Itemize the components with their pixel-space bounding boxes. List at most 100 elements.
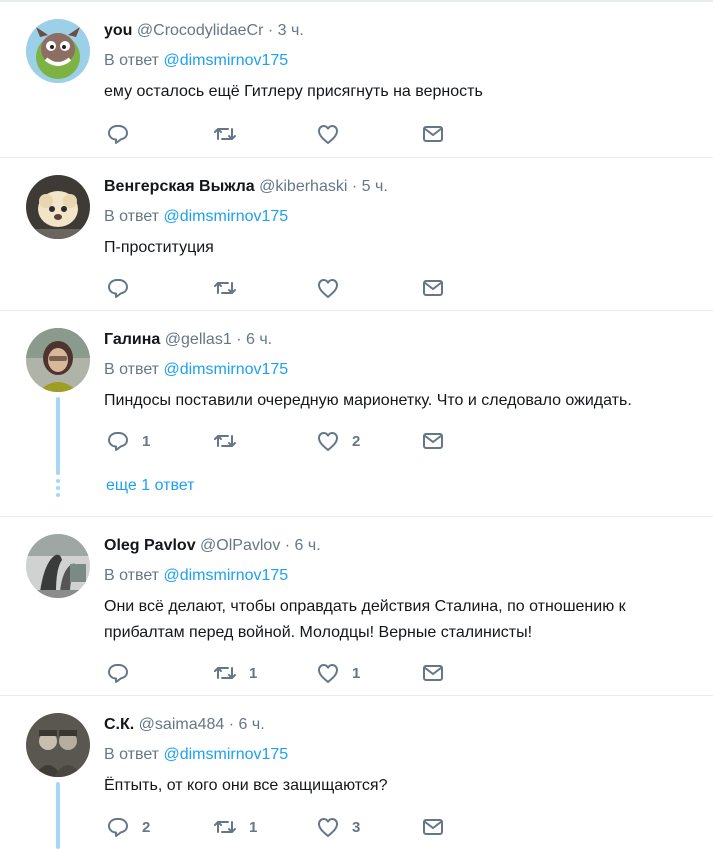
direct-message-button[interactable] [421, 661, 445, 685]
like-button[interactable]: 2 [316, 429, 360, 453]
direct-message-button[interactable] [421, 276, 445, 300]
envelope-icon [423, 126, 443, 142]
heart-icon [318, 279, 338, 298]
direct-message-button[interactable] [421, 122, 445, 146]
author-handle[interactable]: @OlPavlov [200, 537, 280, 554]
reply-context: В ответ @dimsmirnov175 [104, 359, 713, 381]
retweet-button[interactable]: 1 [213, 661, 257, 685]
reply-icon [108, 664, 128, 683]
author-handle[interactable]: @gellas1 [165, 331, 232, 348]
reply-prefix: В ответ [104, 746, 160, 763]
heart-icon [318, 125, 338, 144]
separator-dot: · [267, 22, 274, 39]
thread-line [56, 782, 60, 849]
reply-count: 1 [142, 432, 151, 450]
like-count: 1 [352, 664, 361, 682]
separator-dot: · [228, 716, 235, 733]
reply-button[interactable]: 2 [106, 815, 150, 839]
avatar[interactable] [26, 713, 90, 777]
author-name[interactable]: Галина [104, 331, 160, 348]
plush-toy-icon [26, 175, 90, 239]
separator-dot: · [351, 178, 358, 195]
like-button[interactable] [316, 122, 352, 146]
reply-button[interactable]: 1 [106, 429, 150, 453]
tweet-text: ему осталось ещё Гитлеру присягнуть на в… [104, 83, 483, 100]
timestamp[interactable]: 6 ч. [295, 537, 321, 554]
author-handle[interactable]: @CrocodylidaeCr [137, 22, 264, 39]
like-count: 2 [352, 432, 361, 450]
reply-prefix: В ответ [104, 208, 160, 225]
heart-icon [318, 818, 338, 837]
retweet-icon [214, 435, 236, 447]
tweet-item[interactable]: Венгерская Выжла @kiberhaski · 5 ч. В от… [0, 158, 713, 311]
reply-target-link[interactable]: @dimsmirnov175 [163, 361, 288, 378]
retweet-icon [214, 667, 236, 679]
envelope-icon [423, 433, 443, 449]
timestamp[interactable]: 3 ч. [278, 22, 304, 39]
author-name[interactable]: you [104, 22, 132, 39]
retweet-button[interactable] [213, 276, 249, 300]
reply-context: В ответ @dimsmirnov175 [104, 744, 713, 766]
separator-dot: · [284, 537, 291, 554]
reply-prefix: В ответ [104, 52, 160, 69]
sculpture-icon [26, 534, 90, 598]
timestamp[interactable]: 6 ч. [239, 716, 265, 733]
reply-context: В ответ @dimsmirnov175 [104, 206, 713, 228]
reply-button[interactable] [106, 276, 142, 300]
like-button[interactable]: 3 [316, 815, 360, 839]
show-more-replies-link[interactable]: еще 1 ответ [106, 477, 194, 495]
reply-count: 2 [142, 818, 151, 836]
heart-icon [318, 432, 338, 451]
envelope-icon [423, 665, 443, 681]
separator-dot: · [236, 331, 242, 348]
timestamp[interactable]: 5 ч. [362, 178, 388, 195]
tweet-item[interactable]: Галина @gellas1 · 6 ч. В ответ @dimsmirn… [0, 311, 713, 517]
cartoon-mascot-icon [26, 19, 90, 83]
avatar[interactable] [26, 19, 90, 83]
retweet-count: 1 [249, 664, 258, 682]
woman-portrait-icon [26, 328, 90, 392]
direct-message-button[interactable] [421, 815, 445, 839]
vintage-photo-icon [26, 713, 90, 777]
like-button[interactable]: 1 [316, 661, 360, 685]
direct-message-button[interactable] [421, 429, 445, 453]
reply-target-link[interactable]: @dimsmirnov175 [163, 746, 288, 763]
reply-prefix: В ответ [104, 567, 160, 584]
retweet-count: 1 [249, 818, 258, 836]
thread-line [56, 397, 60, 475]
author-name[interactable]: Oleg Pavlov [104, 537, 196, 554]
retweet-button[interactable]: 1 [213, 815, 257, 839]
timestamp[interactable]: 6 ч. [246, 331, 272, 348]
author-name[interactable]: Венгерская Выжла [104, 178, 255, 195]
tweet-text: Пиндосы поставили очередную марионетку. … [104, 392, 632, 409]
envelope-icon [423, 819, 443, 835]
reply-target-link[interactable]: @dimsmirnov175 [163, 567, 288, 584]
avatar[interactable] [26, 534, 90, 598]
envelope-icon [423, 280, 443, 296]
reply-context: В ответ @dimsmirnov175 [104, 565, 713, 587]
avatar[interactable] [26, 328, 90, 392]
retweet-icon [214, 282, 236, 294]
tweet-item[interactable]: С.К. @saima484 · 6 ч. В ответ @dimsmirno… [0, 696, 713, 849]
reply-icon [108, 125, 128, 144]
like-button[interactable] [316, 276, 352, 300]
author-handle[interactable]: @saima484 [139, 716, 225, 733]
heart-icon [318, 664, 338, 683]
tweet-item[interactable]: Oleg Pavlov @OlPavlov · 6 ч. В ответ @di… [0, 517, 713, 696]
retweet-button[interactable] [213, 122, 249, 146]
tweet-item[interactable]: you @CrocodylidaeCr · 3 ч. В ответ @dims… [0, 2, 713, 158]
author-handle[interactable]: @kiberhaski [259, 178, 347, 195]
tweet-text: П-проституция [104, 239, 214, 256]
retweet-icon [214, 128, 236, 140]
reply-button[interactable] [106, 661, 142, 685]
reply-target-link[interactable]: @dimsmirnov175 [163, 52, 288, 69]
avatar[interactable] [26, 175, 90, 239]
reply-icon [108, 818, 128, 837]
reply-button[interactable] [106, 122, 142, 146]
reply-prefix: В ответ [104, 361, 160, 378]
reply-target-link[interactable]: @dimsmirnov175 [163, 208, 288, 225]
retweet-icon [214, 821, 236, 833]
reply-context: В ответ @dimsmirnov175 [104, 50, 713, 72]
author-name[interactable]: С.К. [104, 716, 134, 733]
retweet-button[interactable] [213, 429, 249, 453]
